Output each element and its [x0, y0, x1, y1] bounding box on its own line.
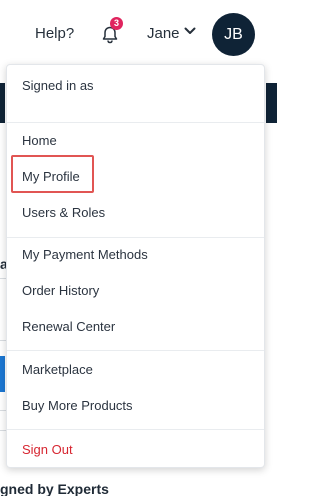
menu-item-order-history[interactable]: Order History [22, 283, 99, 298]
menu-item-sign-out[interactable]: Sign Out [22, 442, 73, 457]
menu-item-payment-methods[interactable]: My Payment Methods [22, 247, 148, 262]
page: a gned by Experts Help? 3 Jane JB Signed… [0, 0, 277, 496]
user-menu-name[interactable]: Jane [147, 25, 180, 42]
background-nav-band [266, 83, 277, 123]
signed-in-label: Signed in as [22, 78, 94, 93]
menu-divider [7, 122, 264, 123]
avatar[interactable]: JB [212, 13, 255, 56]
background-heading: gned by Experts [0, 481, 109, 496]
chevron-down-icon[interactable] [184, 27, 196, 35]
my-profile-highlight [11, 155, 94, 193]
help-link[interactable]: Help? [35, 25, 74, 42]
menu-item-marketplace[interactable]: Marketplace [22, 362, 93, 377]
notification-badge: 3 [110, 17, 123, 30]
menu-divider [7, 429, 264, 430]
menu-item-buy-more-products[interactable]: Buy More Products [22, 398, 133, 413]
background-accent [0, 356, 5, 392]
menu-divider [7, 237, 264, 238]
menu-item-renewal-center[interactable]: Renewal Center [22, 319, 115, 334]
top-header: Help? 3 Jane JB [0, 0, 277, 68]
user-dropdown-menu: Signed in as Home My Profile Users & Rol… [6, 64, 265, 468]
menu-item-users-roles[interactable]: Users & Roles [22, 205, 105, 220]
background-nav-band-left [0, 83, 5, 123]
menu-item-home[interactable]: Home [22, 133, 57, 148]
menu-divider [7, 350, 264, 351]
